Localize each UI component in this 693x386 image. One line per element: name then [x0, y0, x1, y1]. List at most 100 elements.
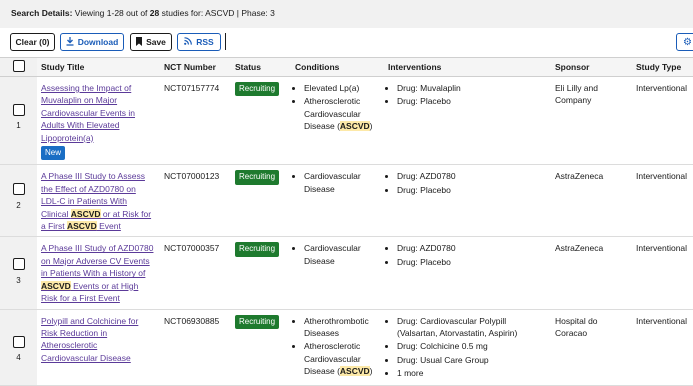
- toolbar: Clear (0) Download Save RSS: [0, 28, 693, 58]
- search-details: Search Details: Viewing 1-28 out of 28 s…: [11, 8, 275, 18]
- result-count: 28: [149, 8, 160, 18]
- intervention-list: Drug: Cardiovascular Polypill (Valsartan…: [388, 315, 547, 380]
- title-highlight: ASCVD: [70, 208, 101, 219]
- search-details-suffix: studies for: ASCVD | Phase: 3: [161, 8, 275, 18]
- col-study-type[interactable]: Study Type: [632, 57, 693, 77]
- condition-highlight: ASCVD: [339, 121, 370, 132]
- condition-item: Atherothrombotic Diseases: [304, 315, 380, 340]
- results-table: Study Title NCT Number Status Conditions…: [0, 57, 693, 386]
- search-details-prefix: Viewing 1-28 out of: [74, 8, 148, 18]
- clear-button[interactable]: Clear (0): [10, 33, 55, 51]
- col-interventions[interactable]: Interventions: [384, 57, 551, 77]
- table-row: 3 A Phase III Study of AZD0780 on Major A…: [0, 236, 693, 310]
- condition-list: Cardiovascular Disease: [295, 170, 380, 195]
- select-all-checkbox[interactable]: [12, 60, 25, 72]
- row-select-cell: 3: [0, 236, 37, 310]
- row-select-cell: 2: [0, 164, 37, 238]
- intervention-item: Drug: Placebo: [397, 256, 547, 268]
- select-all-cell: [0, 57, 37, 77]
- nct-number: NCT07000357: [160, 236, 231, 310]
- table-row: 1 Assessing the Impact of Muvalaplin on M…: [0, 76, 693, 166]
- study-type: Interventional: [632, 76, 693, 166]
- status-badge: Recruiting: [235, 82, 280, 97]
- clear-button-label: Clear (0): [15, 37, 50, 47]
- intervention-list: Drug: AZD0780 Drug: Placebo: [388, 170, 547, 196]
- intervention-item: Drug: Placebo: [397, 95, 547, 107]
- toolbar-divider: [225, 33, 226, 50]
- study-title-link[interactable]: Polypill and Colchicine for Risk Reducti…: [41, 316, 138, 363]
- nct-number: NCT06930885: [160, 309, 231, 386]
- download-button-label: Download: [77, 37, 119, 47]
- row-select-cell: 4: [0, 309, 37, 386]
- search-details-label: Search Details:: [11, 8, 73, 18]
- intervention-item: Drug: Colchicine 0.5 mg: [397, 340, 547, 352]
- sponsor: AstraZeneca: [551, 164, 632, 238]
- status-cell: Recruiting: [231, 309, 291, 386]
- rss-button[interactable]: RSS: [177, 33, 221, 51]
- table-row: 2 A Phase III Study to Assess the Effect …: [0, 164, 693, 238]
- study-title-cell: Assessing the Impact of Muvalaplin on Ma…: [37, 76, 160, 166]
- intervention-item: Drug: Placebo: [397, 184, 547, 196]
- study-title-cell: Polypill and Colchicine for Risk Reducti…: [37, 309, 160, 386]
- sponsor: Eli Lilly and Company: [551, 76, 632, 166]
- save-button-label: Save: [146, 37, 166, 47]
- bookmark-icon: [136, 36, 143, 48]
- study-type: Interventional: [632, 164, 693, 238]
- settings-button[interactable]: ⚙: [676, 33, 693, 51]
- row-number: 2: [16, 200, 21, 210]
- new-badge: New: [41, 146, 66, 161]
- condition-item: Cardiovascular Disease: [304, 170, 380, 195]
- condition-list: Atherothrombotic DiseasesAtherosclerotic…: [295, 315, 380, 378]
- intervention-item: Drug: Muvalaplin: [397, 82, 547, 94]
- intervention-cell: Drug: MuvalaplinDrug: Placebo: [384, 76, 551, 166]
- col-status[interactable]: Status: [231, 57, 291, 77]
- condition-cell: Cardiovascular Disease: [291, 164, 384, 238]
- study-title-link[interactable]: Assessing the Impact of Muvalaplin on Ma…: [41, 83, 135, 143]
- study-title-cell: A Phase III Study of AZD0780 on Major Ad…: [37, 236, 160, 310]
- row-number: 1: [16, 121, 21, 131]
- condition-cell: Cardiovascular Disease: [291, 236, 384, 310]
- status-cell: Recruiting: [231, 236, 291, 310]
- search-details-bar: Search Details: Viewing 1-28 out of 28 s…: [0, 0, 693, 28]
- sponsor: AstraZeneca: [551, 236, 632, 310]
- row-checkbox[interactable]: [12, 104, 25, 116]
- nct-number: NCT07000123: [160, 164, 231, 238]
- row-select-cell: 1: [0, 76, 37, 166]
- intervention-item: Drug: AZD0780: [397, 170, 547, 182]
- table-row: 4 Polypill and Colchicine for Risk Reduct…: [0, 309, 693, 386]
- sponsor: Hospital do Coracao: [551, 309, 632, 386]
- intervention-item: Drug: AZD0780: [397, 242, 547, 254]
- table-header-row: Study Title NCT Number Status Conditions…: [0, 57, 693, 77]
- col-conditions[interactable]: Conditions: [291, 57, 384, 77]
- row-number: 4: [16, 352, 21, 362]
- condition-cell: Atherothrombotic DiseasesAtherosclerotic…: [291, 309, 384, 386]
- study-title-link[interactable]: A Phase III Study of AZD0780 on Major Ad…: [41, 243, 153, 303]
- intervention-cell: Drug: Cardiovascular Polypill (Valsartan…: [384, 309, 551, 386]
- condition-list: Cardiovascular Disease: [295, 242, 380, 267]
- study-type: Interventional: [632, 309, 693, 386]
- row-checkbox[interactable]: [12, 183, 25, 196]
- study-type: Interventional: [632, 236, 693, 310]
- intervention-list: Drug: MuvalaplinDrug: Placebo: [388, 82, 547, 108]
- status-badge: Recruiting: [235, 314, 280, 329]
- status-badge: Recruiting: [235, 170, 280, 185]
- title-highlight: ASCVD: [41, 280, 71, 291]
- intervention-item: Drug: Usual Care Group: [397, 354, 547, 366]
- condition-list: Elevated Lp(a)Atherosclerotic Cardiovasc…: [295, 82, 380, 133]
- study-title-link[interactable]: A Phase III Study to Assess the Effect o…: [41, 171, 151, 232]
- intervention-item[interactable]: 1 more: [397, 367, 547, 379]
- status-cell: Recruiting: [231, 76, 291, 166]
- save-button[interactable]: Save: [130, 33, 172, 51]
- condition-cell: Elevated Lp(a)Atherosclerotic Cardiovasc…: [291, 76, 384, 166]
- row-checkbox[interactable]: [12, 258, 25, 271]
- gear-icon: ⚙: [683, 36, 692, 48]
- title-highlight: ASCVD: [66, 221, 97, 232]
- col-nct-number[interactable]: NCT Number: [160, 57, 231, 77]
- col-study-title[interactable]: Study Title: [37, 57, 160, 77]
- condition-item: Elevated Lp(a): [304, 82, 380, 94]
- download-button[interactable]: Download: [60, 33, 124, 51]
- download-icon: [66, 36, 74, 48]
- col-sponsor[interactable]: Sponsor: [551, 57, 632, 77]
- intervention-cell: Drug: AZD0780 Drug: Placebo: [384, 236, 551, 310]
- row-number: 3: [16, 275, 21, 285]
